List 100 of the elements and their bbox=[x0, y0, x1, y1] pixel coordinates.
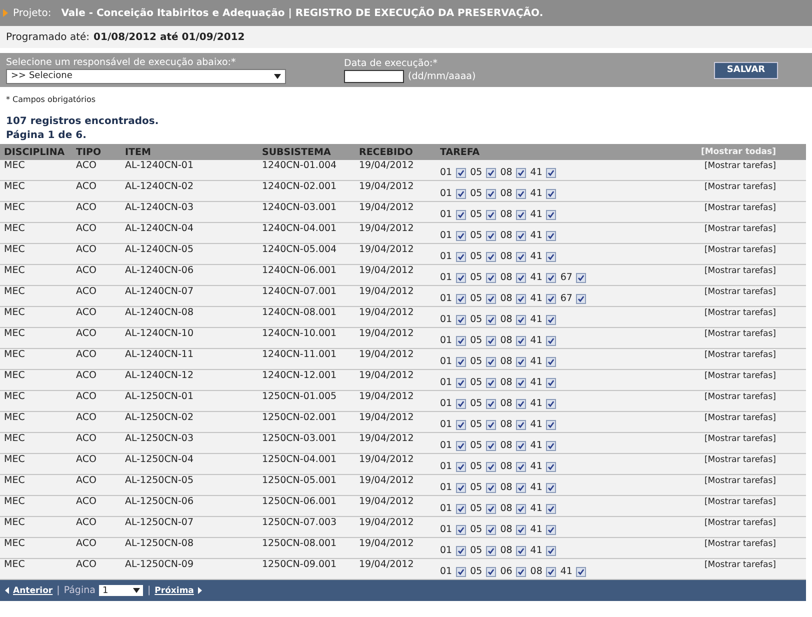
checkbox[interactable] bbox=[456, 336, 466, 346]
checkbox[interactable] bbox=[456, 189, 466, 199]
checkbox[interactable] bbox=[546, 168, 556, 178]
date-input[interactable] bbox=[344, 70, 404, 82]
checkbox[interactable] bbox=[546, 210, 556, 220]
checkbox[interactable] bbox=[546, 462, 556, 472]
checkbox[interactable] bbox=[546, 315, 556, 325]
checkbox[interactable] bbox=[486, 399, 496, 409]
show-tasks-link[interactable]: [Mostrar tarefas] bbox=[688, 264, 806, 286]
checkbox[interactable] bbox=[486, 315, 496, 325]
checkbox[interactable] bbox=[486, 504, 496, 514]
show-tasks-link[interactable]: [Mostrar tarefas] bbox=[688, 432, 806, 454]
save-button[interactable]: SALVAR bbox=[714, 62, 778, 78]
checkbox[interactable] bbox=[486, 273, 496, 283]
checkbox[interactable] bbox=[456, 315, 466, 325]
checkbox[interactable] bbox=[456, 567, 466, 577]
checkbox[interactable] bbox=[516, 210, 526, 220]
show-tasks-link[interactable]: [Mostrar tarefas] bbox=[688, 390, 806, 412]
show-tasks-link[interactable]: [Mostrar tarefas] bbox=[688, 160, 806, 180]
show-tasks-link[interactable]: [Mostrar tarefas] bbox=[688, 222, 806, 244]
checkbox[interactable] bbox=[546, 420, 556, 430]
checkbox[interactable] bbox=[456, 399, 466, 409]
checkbox[interactable] bbox=[486, 336, 496, 346]
checkbox[interactable] bbox=[516, 252, 526, 262]
checkbox[interactable] bbox=[546, 567, 556, 577]
checkbox[interactable] bbox=[516, 168, 526, 178]
show-tasks-link[interactable]: [Mostrar tarefas] bbox=[688, 474, 806, 496]
checkbox[interactable] bbox=[516, 294, 526, 304]
checkbox[interactable] bbox=[546, 525, 556, 535]
checkbox[interactable] bbox=[486, 252, 496, 262]
checkbox[interactable] bbox=[516, 357, 526, 367]
show-tasks-link[interactable]: [Mostrar tarefas] bbox=[688, 496, 806, 516]
checkbox[interactable] bbox=[456, 357, 466, 367]
show-tasks-link[interactable]: [Mostrar tarefas] bbox=[688, 328, 806, 348]
checkbox[interactable] bbox=[456, 378, 466, 388]
show-tasks-link[interactable]: [Mostrar tarefas] bbox=[688, 306, 806, 328]
checkbox[interactable] bbox=[516, 336, 526, 346]
checkbox[interactable] bbox=[456, 546, 466, 556]
show-tasks-link[interactable]: [Mostrar tarefas] bbox=[688, 244, 806, 264]
next-link[interactable]: Próxima bbox=[154, 586, 194, 596]
show-tasks-link[interactable]: [Mostrar tarefas] bbox=[688, 538, 806, 558]
checkbox[interactable] bbox=[516, 231, 526, 241]
checkbox[interactable] bbox=[486, 546, 496, 556]
checkbox[interactable] bbox=[456, 441, 466, 451]
checkbox[interactable] bbox=[486, 189, 496, 199]
checkbox[interactable] bbox=[546, 546, 556, 556]
page-dropdown[interactable]: 1 bbox=[99, 585, 144, 596]
checkbox[interactable] bbox=[516, 378, 526, 388]
show-tasks-link[interactable]: [Mostrar tarefas] bbox=[688, 202, 806, 222]
checkbox[interactable] bbox=[456, 483, 466, 493]
show-tasks-link[interactable]: [Mostrar tarefas] bbox=[688, 286, 806, 306]
checkbox[interactable] bbox=[576, 273, 586, 283]
show-tasks-link[interactable]: [Mostrar tarefas] bbox=[688, 454, 806, 474]
checkbox[interactable] bbox=[486, 441, 496, 451]
show-tasks-link[interactable]: [Mostrar tarefas] bbox=[688, 180, 806, 202]
checkbox[interactable] bbox=[456, 420, 466, 430]
checkbox[interactable] bbox=[546, 504, 556, 514]
checkbox[interactable] bbox=[516, 315, 526, 325]
checkbox[interactable] bbox=[546, 189, 556, 199]
show-tasks-link[interactable]: [Mostrar tarefas] bbox=[688, 370, 806, 390]
checkbox[interactable] bbox=[516, 567, 526, 577]
checkbox[interactable] bbox=[486, 210, 496, 220]
show-tasks-link[interactable]: [Mostrar tarefas] bbox=[688, 348, 806, 370]
checkbox[interactable] bbox=[456, 462, 466, 472]
checkbox[interactable] bbox=[546, 483, 556, 493]
checkbox[interactable] bbox=[516, 420, 526, 430]
checkbox[interactable] bbox=[516, 441, 526, 451]
checkbox[interactable] bbox=[516, 525, 526, 535]
checkbox[interactable] bbox=[456, 168, 466, 178]
checkbox[interactable] bbox=[546, 273, 556, 283]
checkbox[interactable] bbox=[516, 273, 526, 283]
checkbox[interactable] bbox=[546, 252, 556, 262]
checkbox[interactable] bbox=[456, 504, 466, 514]
checkbox[interactable] bbox=[516, 189, 526, 199]
checkbox[interactable] bbox=[546, 441, 556, 451]
checkbox[interactable] bbox=[486, 525, 496, 535]
checkbox[interactable] bbox=[546, 336, 556, 346]
checkbox[interactable] bbox=[456, 294, 466, 304]
checkbox[interactable] bbox=[486, 168, 496, 178]
checkbox[interactable] bbox=[516, 546, 526, 556]
checkbox[interactable] bbox=[486, 294, 496, 304]
checkbox[interactable] bbox=[456, 525, 466, 535]
responsible-dropdown[interactable]: >> Selecione bbox=[6, 68, 286, 84]
checkbox[interactable] bbox=[516, 483, 526, 493]
checkbox[interactable] bbox=[516, 399, 526, 409]
checkbox[interactable] bbox=[546, 399, 556, 409]
checkbox[interactable] bbox=[576, 294, 586, 304]
checkbox[interactable] bbox=[486, 483, 496, 493]
previous-link[interactable]: Anterior bbox=[13, 586, 53, 596]
checkbox[interactable] bbox=[486, 567, 496, 577]
checkbox[interactable] bbox=[486, 420, 496, 430]
checkbox[interactable] bbox=[456, 273, 466, 283]
checkbox[interactable] bbox=[546, 294, 556, 304]
checkbox[interactable] bbox=[576, 567, 586, 577]
checkbox[interactable] bbox=[486, 357, 496, 367]
checkbox[interactable] bbox=[456, 210, 466, 220]
show-tasks-link[interactable]: [Mostrar tarefas] bbox=[688, 558, 806, 580]
show-tasks-link[interactable]: [Mostrar tarefas] bbox=[688, 516, 806, 538]
checkbox[interactable] bbox=[486, 462, 496, 472]
checkbox[interactable] bbox=[486, 378, 496, 388]
